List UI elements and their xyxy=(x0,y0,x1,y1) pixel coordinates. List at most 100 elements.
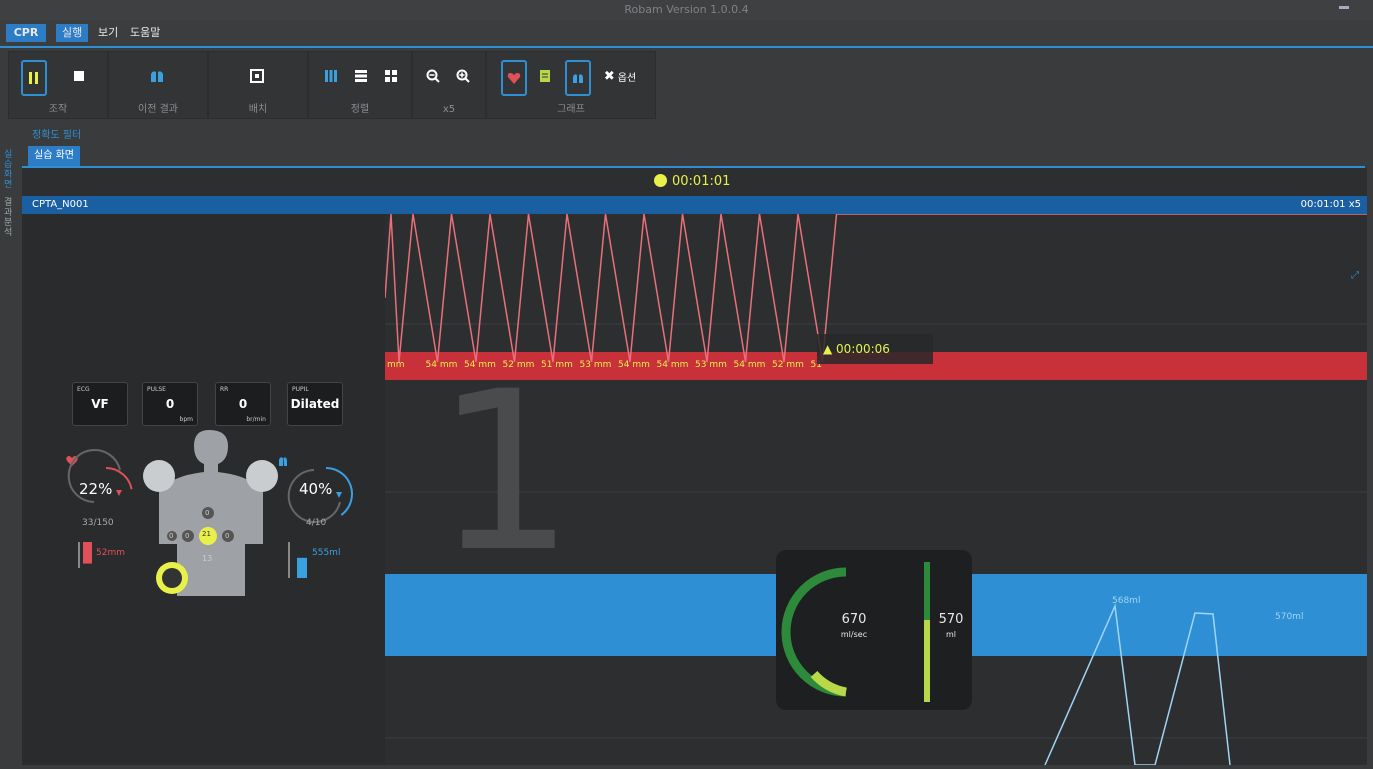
group-label-control: 조작 xyxy=(48,104,68,115)
sort-rows-button[interactable] xyxy=(349,62,373,90)
compression-depth-axis xyxy=(78,542,80,568)
pause-icon xyxy=(29,72,38,84)
layout-icon xyxy=(250,69,264,83)
group-graph: ✖ 옵션 그래프 xyxy=(486,51,656,119)
compression-depth-tick-label: 52 mm xyxy=(772,360,804,370)
menu-view[interactable]: 보기 xyxy=(92,24,124,42)
menu-bar: CPR 실행 보기 도움말 xyxy=(0,20,1373,48)
group-previous-result: 이전 결과 xyxy=(108,51,208,119)
heart-graph-toggle[interactable] xyxy=(501,60,527,96)
flow-volume-unit: ml xyxy=(945,630,956,639)
list-graph-toggle[interactable] xyxy=(533,62,557,90)
compression-depth-tick-label: mm xyxy=(387,360,405,370)
compression-depth-tick-label: 53 mm xyxy=(579,360,612,370)
sidebar-result-tab[interactable]: 결과 분석 xyxy=(4,198,18,238)
cycle-number: 1 xyxy=(435,344,575,600)
compression-depth-tick-label: 54 mm xyxy=(733,360,766,370)
ventilation-volume-label: 555ml xyxy=(312,548,341,558)
menu-help[interactable]: 도움말 xyxy=(124,24,166,42)
defib-inner-icon xyxy=(162,568,182,588)
vent-label-2: 570ml xyxy=(1275,612,1304,622)
timer-bar: 00:01:01 xyxy=(22,168,1367,196)
rows-icon xyxy=(355,70,367,82)
wrench-icon: ✖ xyxy=(603,68,615,84)
compression-depth-tick-label: 53 mm xyxy=(695,360,727,370)
previous-result-button[interactable] xyxy=(145,62,169,90)
lungs-icon xyxy=(573,74,583,83)
ventilation-volume-axis xyxy=(288,542,290,578)
zoom-out-button[interactable] xyxy=(421,62,445,90)
node-left2-label: 0 xyxy=(169,532,174,540)
minimize-icon[interactable] xyxy=(1339,6,1349,9)
stop-icon xyxy=(74,71,84,81)
node-top-label: 0 xyxy=(205,509,210,517)
stop-button[interactable] xyxy=(67,62,91,90)
title-bar: Robam Version 1.0.0.4 xyxy=(0,0,1373,20)
group-label-graph: 그래프 xyxy=(557,104,585,115)
flow-panel: 670 ml/sec 570 ml xyxy=(776,550,972,710)
heart-icon xyxy=(507,73,521,84)
ventilation-volume-bar xyxy=(297,557,307,578)
node-left-label: 0 xyxy=(185,532,190,540)
warning-indicator: ▲ 00:00:06 xyxy=(817,334,933,364)
session-bar: CPTA_N001 00:01:01 x5 xyxy=(22,196,1367,214)
zoom-out-icon xyxy=(426,69,440,83)
sidebar-practice-tab[interactable]: 실습 화면 xyxy=(4,150,18,190)
group-label-layout: 배치 xyxy=(248,104,268,115)
ventilation-gauge-arrow xyxy=(336,492,342,498)
lungs-graph-toggle[interactable] xyxy=(565,60,591,96)
pause-button[interactable] xyxy=(21,60,47,96)
warning-time: 00:00:06 xyxy=(836,342,890,356)
clock-icon xyxy=(654,174,667,187)
warning-icon: ▲ xyxy=(823,342,837,356)
patient-panel: ECG VF PULSE 0 bpm RR 0 br/min PUPIL Dil… xyxy=(22,214,385,765)
vent-label-1: 568ml xyxy=(1112,596,1141,606)
group-sort: 정렬 xyxy=(308,51,412,119)
compression-percent: 22% xyxy=(79,480,113,498)
compression-depth-tick-label: 54 mm xyxy=(656,360,689,370)
session-id: CPTA_N001 xyxy=(32,199,89,210)
app-menu-button[interactable]: CPR xyxy=(6,24,46,42)
menu-run[interactable]: 실행 xyxy=(56,24,89,42)
group-layout: 배치 xyxy=(208,51,308,119)
elapsed-timer: 00:01:01 xyxy=(654,174,730,189)
option-button[interactable]: ✖ 옵션 xyxy=(595,62,645,90)
group-zoom: x5 xyxy=(412,51,486,119)
body-count: 13 xyxy=(202,554,213,563)
zoom-in-button[interactable] xyxy=(451,62,475,90)
sort-grid-button[interactable] xyxy=(379,62,403,90)
graph-area: mm 54 mm 54 mm 52 mm 51 mm 53 mm 54 mm 54 mm 53 … xyxy=(384,213,1367,766)
main-panel: 00:01:01 CPTA_N001 00:01:01 x5 ECG VF PU… xyxy=(22,168,1367,766)
compression-depth-tick-label: 54 mm xyxy=(618,360,650,370)
option-label: 옵션 xyxy=(617,72,637,84)
ribbon: 조작 이전 결과 배치 정렬 x5 ✖ 옵션 그래프 xyxy=(0,48,1373,120)
tab-practice-screen[interactable]: 실습 화면 xyxy=(28,146,80,166)
compression-depth-label: 52mm xyxy=(96,548,125,558)
right-lung-icon xyxy=(246,460,278,492)
layout-button[interactable] xyxy=(245,62,269,90)
sidebar: 실습 화면 결과 분석 xyxy=(0,146,22,765)
node-right-label: 0 xyxy=(225,532,230,540)
elapsed-timer-value: 00:01:01 xyxy=(672,174,731,189)
lungs-history-icon xyxy=(151,71,163,82)
ventilation-percent: 40% xyxy=(299,480,333,498)
expand-icon[interactable]: ⤢ xyxy=(1351,270,1359,281)
flow-rate-value: 670 xyxy=(841,612,867,627)
accuracy-filter-label[interactable]: 정확도 필터 xyxy=(32,126,81,141)
sort-columns-button[interactable] xyxy=(319,62,343,90)
lungs-small-icon xyxy=(279,457,287,466)
flow-rate-unit: ml/sec xyxy=(840,630,868,639)
compression-count: 33/150 xyxy=(82,518,114,528)
cycle-node-label: 21 xyxy=(202,530,211,538)
group-label-sort: 정렬 xyxy=(350,104,370,115)
group-label-zoom: x5 xyxy=(442,104,456,115)
app-title: Robam Version 1.0.0.4 xyxy=(624,3,749,16)
volume-bar xyxy=(924,620,930,702)
flow-volume-value: 570 xyxy=(938,612,964,627)
session-time: 00:01:01 x5 xyxy=(1300,199,1361,210)
columns-icon xyxy=(325,70,337,82)
ventilation-count: 4/10 xyxy=(306,518,327,528)
zoom-in-icon xyxy=(456,69,470,83)
left-lung-icon xyxy=(143,460,175,492)
group-label-previous: 이전 결과 xyxy=(138,104,178,115)
